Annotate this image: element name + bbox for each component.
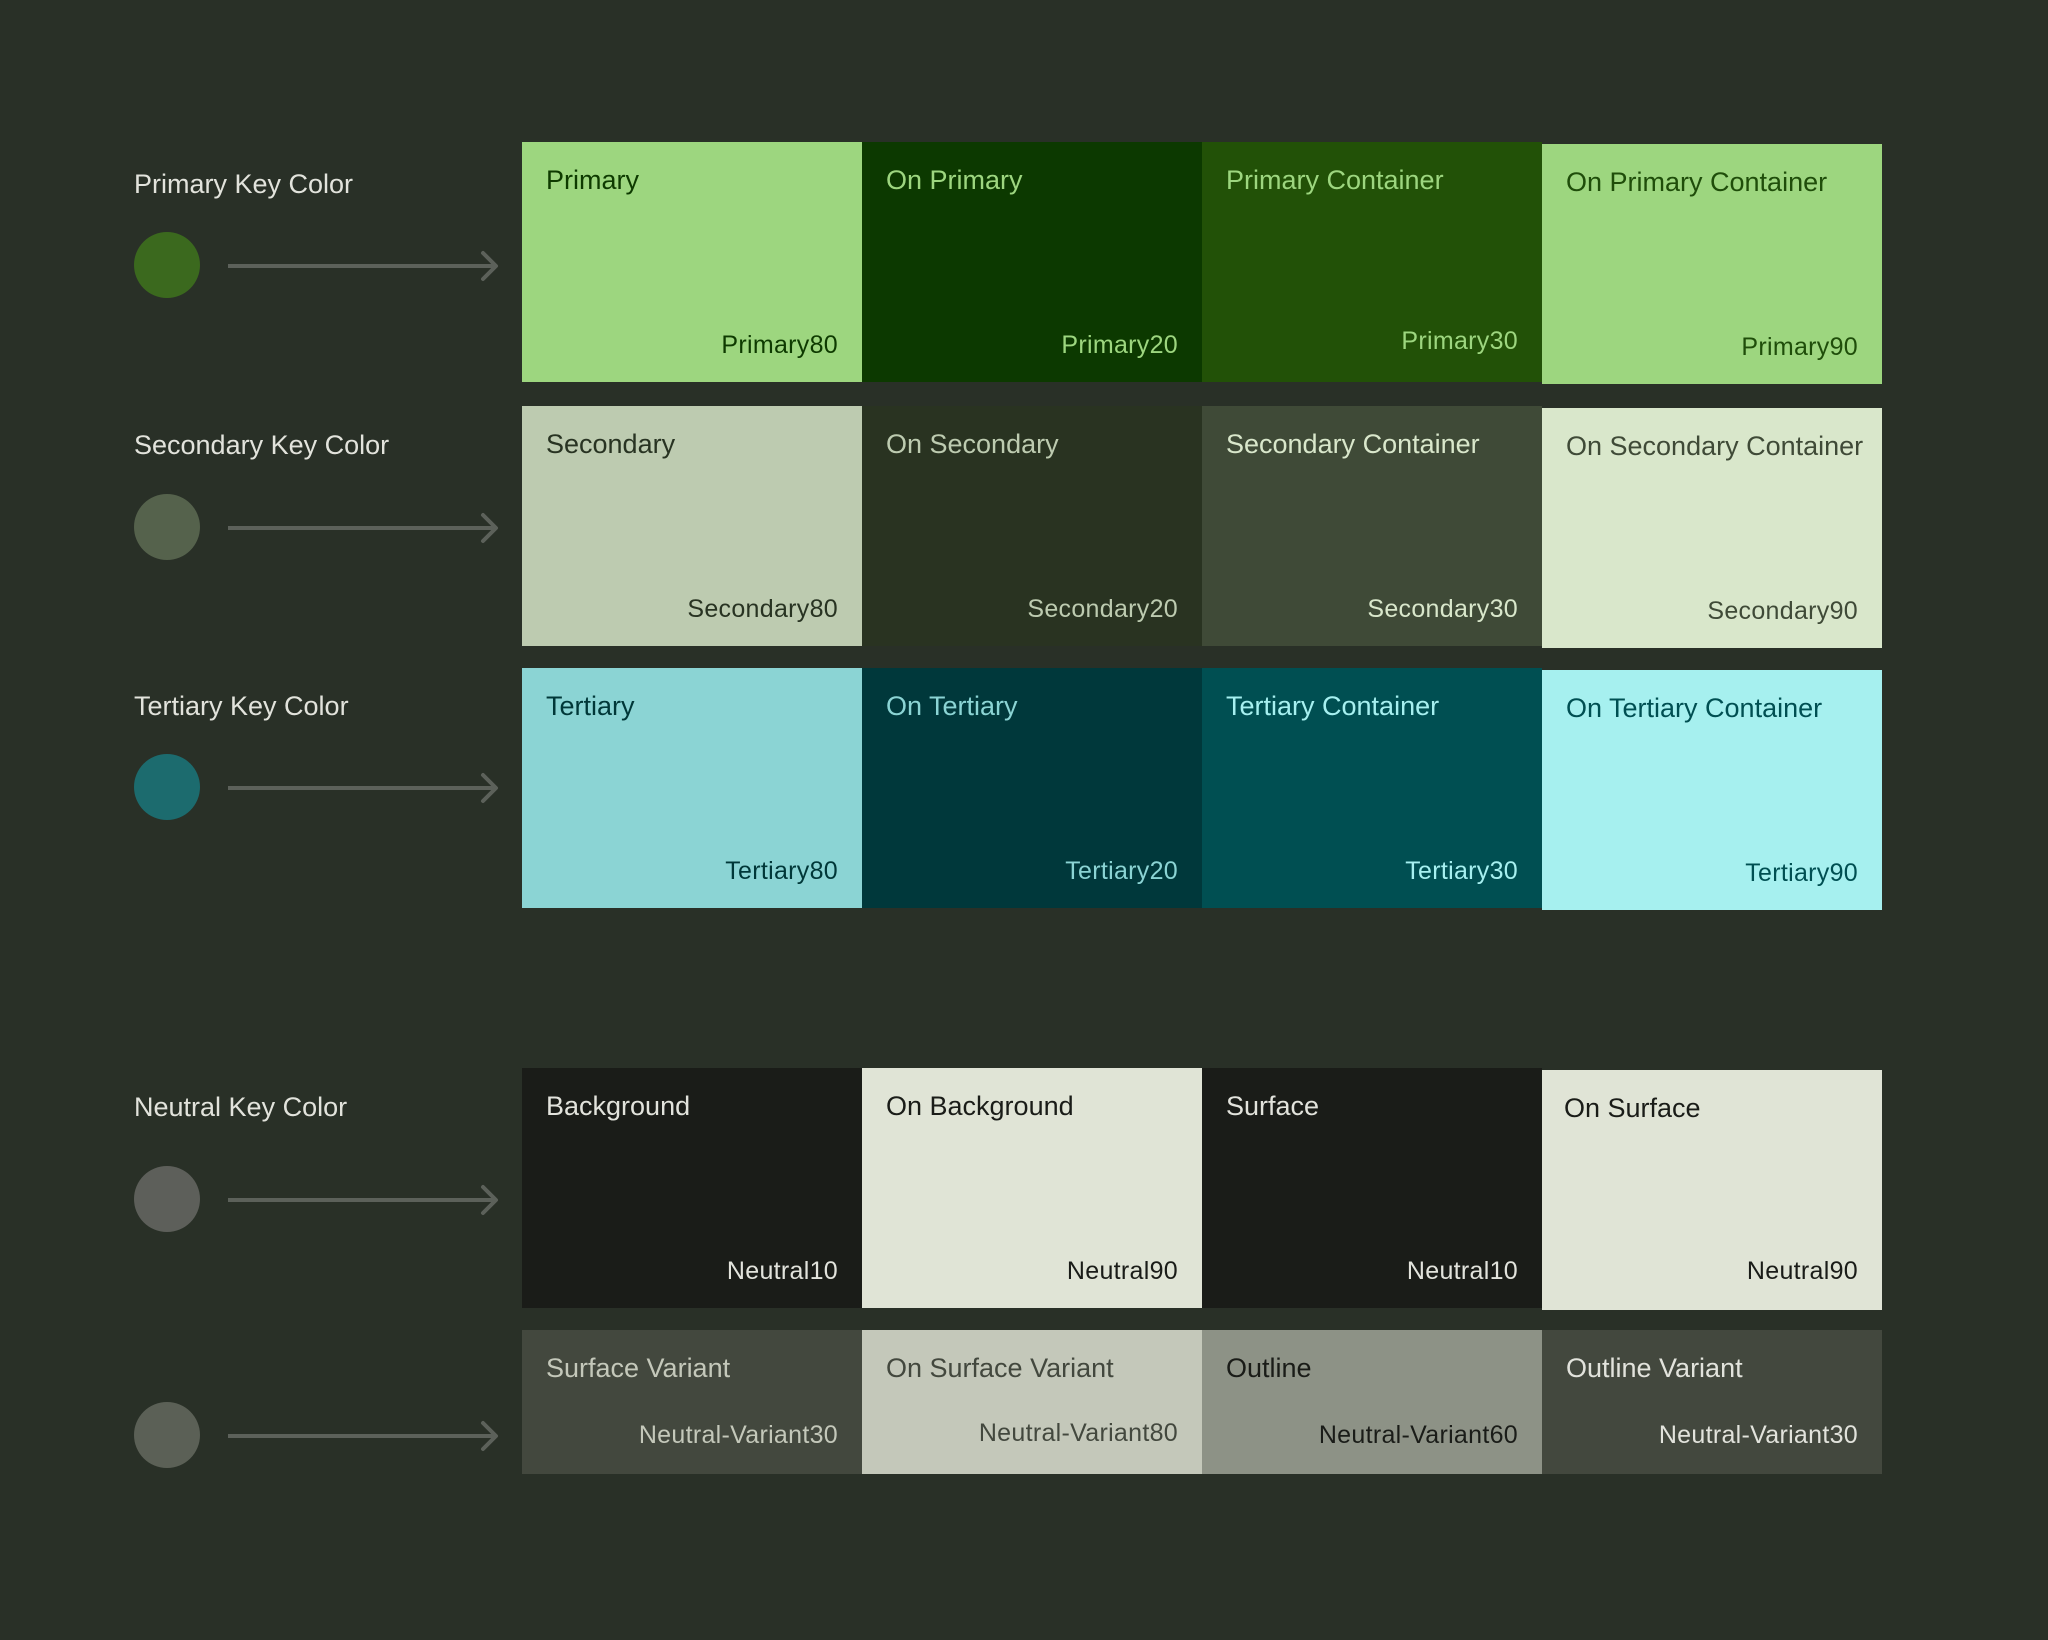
swatch-role-label: On Surface bbox=[1564, 1093, 1701, 1123]
swatch-outline: Outline Neutral-Variant60 bbox=[1202, 1330, 1542, 1474]
swatch-outline-variant: Outline Variant Neutral-Variant30 bbox=[1542, 1330, 1882, 1474]
swatch-tone-label: Neutral90 bbox=[1066, 1257, 1178, 1285]
arrow-right-icon bbox=[228, 251, 498, 281]
swatch-role-label: Tertiary bbox=[546, 691, 635, 721]
swatch-surface: Surface Neutral10 bbox=[1202, 1068, 1542, 1308]
swatch-role-label: Tertiary Container bbox=[1226, 691, 1440, 721]
neutral-variant-key-color-dot bbox=[134, 1402, 200, 1468]
swatch-surface-variant: Surface Variant Neutral-Variant30 bbox=[522, 1330, 862, 1474]
swatch-on-surface: On Surface Neutral90 bbox=[1542, 1070, 1882, 1310]
swatch-tone-label: Neutral10 bbox=[726, 1257, 838, 1285]
swatch-primary: Primary Primary80 bbox=[522, 142, 862, 382]
swatch-background: Background Neutral10 bbox=[522, 1068, 862, 1308]
swatch-on-tertiary: On Tertiary Tertiary20 bbox=[862, 668, 1202, 908]
swatch-tone-label: Neutral-Variant80 bbox=[978, 1419, 1178, 1447]
swatch-role-label: Outline Variant bbox=[1566, 1353, 1743, 1383]
swatch-tertiary: Tertiary Tertiary80 bbox=[522, 668, 862, 908]
swatch-on-secondary: On Secondary Secondary20 bbox=[862, 406, 1202, 646]
swatch-role-label: Primary bbox=[546, 165, 639, 195]
swatch-role-label: On Tertiary Container bbox=[1566, 693, 1823, 723]
swatch-secondary: Secondary Secondary80 bbox=[522, 406, 862, 646]
swatch-tone-label: Tertiary30 bbox=[1405, 857, 1518, 885]
swatch-tone-label: Neutral90 bbox=[1746, 1257, 1858, 1285]
swatch-on-surface-variant: On Surface Variant Neutral-Variant80 bbox=[862, 1330, 1202, 1474]
swatch-tone-label: Secondary30 bbox=[1367, 595, 1518, 623]
swatch-tone-label: Tertiary20 bbox=[1065, 857, 1178, 885]
arrow-right-icon bbox=[228, 1421, 498, 1451]
swatch-tone-label: Primary90 bbox=[1741, 333, 1858, 361]
swatch-tone-label: Primary20 bbox=[1061, 331, 1178, 359]
swatch-role-label: Secondary bbox=[546, 429, 676, 459]
swatch-on-primary-container: On Primary Container Primary90 bbox=[1542, 144, 1882, 384]
swatch-role-label: Surface bbox=[1226, 1091, 1320, 1121]
swatch-tone-label: Tertiary80 bbox=[725, 857, 838, 885]
swatch-role-label: On Secondary Container bbox=[1566, 431, 1864, 461]
swatch-tone-label: Secondary90 bbox=[1707, 597, 1858, 625]
swatch-role-label: On Secondary bbox=[886, 429, 1059, 459]
swatch-on-tertiary-container: On Tertiary Container Tertiary90 bbox=[1542, 670, 1882, 910]
arrow-right-icon bbox=[228, 513, 498, 543]
swatch-tone-label: Neutral-Variant60 bbox=[1318, 1421, 1518, 1449]
swatch-secondary-container: Secondary Container Secondary30 bbox=[1202, 406, 1542, 646]
neutral-key-color-label: Neutral Key Color bbox=[134, 1092, 348, 1122]
swatch-tone-label: Primary30 bbox=[1401, 327, 1518, 355]
secondary-key-color-label: Secondary Key Color bbox=[134, 430, 390, 460]
tertiary-key-color-label: Tertiary Key Color bbox=[134, 691, 349, 721]
swatch-role-label: Surface Variant bbox=[546, 1353, 731, 1383]
neutral-key-color-dot bbox=[134, 1166, 200, 1232]
swatch-role-label: Background bbox=[546, 1091, 691, 1121]
swatch-role-label: On Background bbox=[886, 1091, 1074, 1121]
swatch-tone-label: Secondary20 bbox=[1027, 595, 1178, 623]
swatch-tone-label: Neutral-Variant30 bbox=[1658, 1421, 1858, 1449]
swatch-primary-container: Primary Container Primary30 bbox=[1202, 142, 1542, 382]
primary-key-color-label: Primary Key Color bbox=[134, 169, 354, 199]
swatch-tone-label: Secondary80 bbox=[687, 595, 838, 623]
swatch-tone-label: Primary80 bbox=[721, 331, 838, 359]
swatch-tone-label: Neutral10 bbox=[1406, 1257, 1518, 1285]
swatch-tone-label: Tertiary90 bbox=[1745, 859, 1858, 887]
swatch-role-label: Outline bbox=[1226, 1353, 1312, 1383]
swatch-tone-label: Neutral-Variant30 bbox=[638, 1421, 838, 1449]
primary-key-color-dot bbox=[134, 232, 200, 298]
arrow-right-icon bbox=[228, 773, 498, 803]
secondary-key-color-dot bbox=[134, 494, 200, 560]
swatch-on-primary: On Primary Primary20 bbox=[862, 142, 1202, 382]
swatch-role-label: On Surface Variant bbox=[886, 1353, 1114, 1383]
swatch-role-label: On Primary Container bbox=[1566, 167, 1828, 197]
swatch-role-label: On Primary bbox=[886, 165, 1023, 195]
tertiary-key-color-dot bbox=[134, 754, 200, 820]
arrow-right-icon bbox=[228, 1185, 498, 1215]
swatch-role-label: On Tertiary bbox=[886, 691, 1018, 721]
swatch-tertiary-container: Tertiary Container Tertiary30 bbox=[1202, 668, 1542, 908]
swatch-on-secondary-container: On Secondary Container Secondary90 bbox=[1542, 408, 1882, 648]
swatch-role-label: Secondary Container bbox=[1226, 429, 1480, 459]
swatch-role-label: Primary Container bbox=[1226, 165, 1444, 195]
swatch-on-background: On Background Neutral90 bbox=[862, 1068, 1202, 1308]
